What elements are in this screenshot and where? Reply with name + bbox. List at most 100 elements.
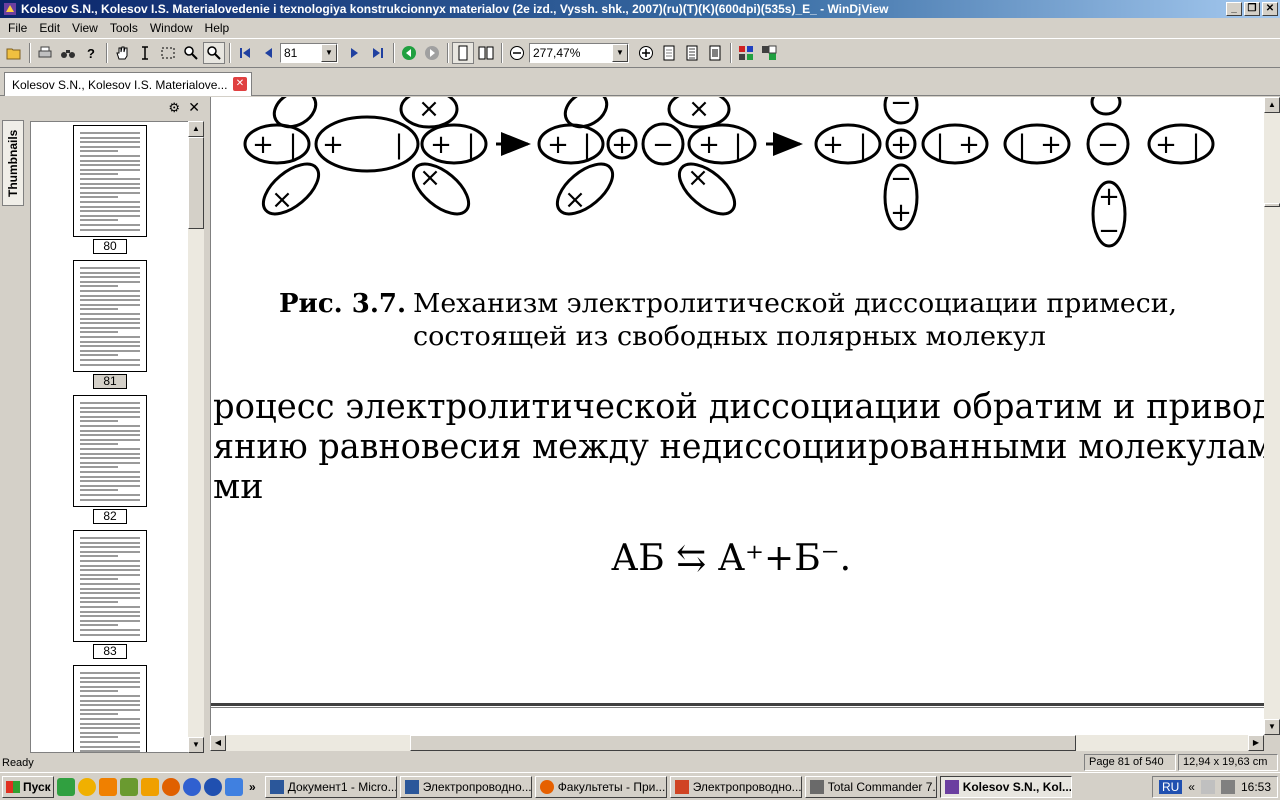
- forward-button[interactable]: [421, 42, 443, 64]
- hand-tool-button[interactable]: [111, 42, 133, 64]
- select-text-button[interactable]: [134, 42, 156, 64]
- charge-symbol: |: [1018, 130, 1027, 160]
- quicklaunch-app-icon[interactable]: [120, 777, 138, 796]
- first-page-button[interactable]: [234, 42, 256, 64]
- quicklaunch-app-icon[interactable]: [99, 777, 117, 796]
- chevron-down-icon[interactable]: ▼: [612, 44, 628, 62]
- menu-file[interactable]: File: [2, 21, 33, 35]
- thumbnail-text-line: [80, 615, 140, 618]
- scroll-thumb[interactable]: [188, 137, 204, 229]
- zoom-box[interactable]: 277,47% ▼: [529, 43, 629, 63]
- print-button[interactable]: [34, 42, 56, 64]
- select-area-button[interactable]: [157, 42, 179, 64]
- scroll-up-icon[interactable]: ▲: [188, 121, 204, 137]
- actual-size-button[interactable]: [704, 42, 726, 64]
- quicklaunch-app-icon[interactable]: [57, 777, 75, 796]
- thumbnail-page-83[interactable]: [73, 530, 147, 642]
- thumbnail-text-line: [80, 345, 140, 348]
- thumbnail-page-82[interactable]: [73, 395, 147, 507]
- thumbnail-text-line: [80, 736, 118, 739]
- thumbnail-page-81[interactable]: [73, 260, 147, 372]
- zoom-in-button[interactable]: [635, 42, 657, 64]
- last-page-button[interactable]: [367, 42, 389, 64]
- close-icon[interactable]: ✕: [188, 99, 200, 116]
- find-button[interactable]: [57, 42, 79, 64]
- taskbar-button[interactable]: Факультеты - При...: [534, 775, 667, 798]
- prev-page-button[interactable]: [257, 42, 279, 64]
- thumbnail-text-line: [80, 438, 140, 441]
- svg-text:?: ?: [87, 46, 95, 60]
- taskbar-button[interactable]: Электропроводно...: [669, 775, 802, 798]
- vertical-scrollbar[interactable]: ▲ ▼: [1264, 97, 1280, 735]
- quicklaunch-app-icon[interactable]: [141, 777, 159, 796]
- menu-edit[interactable]: Edit: [33, 21, 66, 35]
- firefox-icon[interactable]: [162, 777, 180, 796]
- scroll-thumb[interactable]: [1264, 203, 1280, 207]
- scroll-left-icon[interactable]: ◀: [210, 735, 226, 751]
- chevron-down-icon[interactable]: ▼: [321, 44, 337, 62]
- start-button[interactable]: Пуск: [2, 775, 54, 798]
- horizontal-scrollbar[interactable]: ◀ ▶: [210, 735, 1264, 751]
- language-indicator[interactable]: RU: [1158, 780, 1183, 794]
- help-button[interactable]: ?: [80, 42, 102, 64]
- gear-icon[interactable]: ⚙: [168, 100, 180, 116]
- thumbnail-text-line: [80, 573, 140, 576]
- menu-window[interactable]: Window: [144, 21, 199, 35]
- thumbnail-label: 82: [93, 509, 127, 524]
- close-button[interactable]: ✕: [1262, 2, 1278, 16]
- clock[interactable]: 16:53: [1241, 780, 1271, 794]
- next-page-button[interactable]: [344, 42, 366, 64]
- menu-help[interactable]: Help: [199, 21, 236, 35]
- zoom-rect-button[interactable]: [203, 42, 225, 64]
- thumbnail-text-line: [80, 191, 140, 194]
- zoom-out-button[interactable]: [506, 42, 528, 64]
- thumbnail-page-84[interactable]: [73, 665, 147, 752]
- thumbnails-side-tab[interactable]: Thumbnails: [2, 120, 24, 206]
- taskbar-button-label: Электропроводно...: [422, 779, 532, 794]
- single-page-button[interactable]: [452, 42, 474, 64]
- taskbar-button[interactable]: Документ1 - Micro...: [264, 775, 397, 798]
- taskbar-button[interactable]: Электропроводно...: [399, 775, 532, 798]
- thumbnail-scrollbar[interactable]: ▲ ▼: [188, 121, 204, 753]
- network-icon[interactable]: [1200, 780, 1215, 794]
- minimize-button[interactable]: _: [1226, 2, 1242, 16]
- scroll-down-icon[interactable]: ▼: [188, 737, 204, 753]
- fit-width-button[interactable]: [681, 42, 703, 64]
- scroll-down-icon[interactable]: ▼: [1264, 719, 1280, 735]
- scroll-up-icon[interactable]: ▲: [1264, 97, 1280, 113]
- scroll-right-icon[interactable]: ▶: [1248, 735, 1264, 751]
- thumbnail-text-line: [80, 303, 140, 306]
- close-tab-icon[interactable]: ✕: [233, 77, 247, 91]
- quicklaunch-app-icon[interactable]: [225, 777, 243, 796]
- thumbnail-page-80[interactable]: [73, 125, 147, 237]
- quicklaunch-app-icon[interactable]: [78, 777, 96, 796]
- facing-pages-button[interactable]: [475, 42, 497, 64]
- taskbar-button[interactable]: Kolesov S.N., Kol...: [939, 775, 1072, 798]
- display-color-button[interactable]: [735, 42, 757, 64]
- page-content: + | + | + | × × × + | + − + | × × × + | …: [211, 97, 1264, 708]
- back-button[interactable]: [398, 42, 420, 64]
- fit-page-button[interactable]: [658, 42, 680, 64]
- quicklaunch-more-icon[interactable]: »: [249, 780, 256, 794]
- facing-pages-icon: [478, 46, 494, 60]
- menu-tools[interactable]: Tools: [104, 21, 144, 35]
- zoom-tool-button[interactable]: [180, 42, 202, 64]
- scroll-thumb[interactable]: [410, 735, 1076, 751]
- menu-view[interactable]: View: [66, 21, 104, 35]
- browser-icon[interactable]: [183, 777, 201, 796]
- restore-button[interactable]: ❐: [1244, 2, 1260, 16]
- page-number-box[interactable]: 81 ▼: [280, 43, 338, 63]
- display-layers-button[interactable]: [758, 42, 780, 64]
- toolbar-separator: [501, 43, 503, 63]
- taskbar-button[interactable]: Total Commander 7...: [804, 775, 937, 798]
- toolbar-separator: [106, 43, 108, 63]
- thumbnail-text-line: [80, 619, 140, 622]
- open-button[interactable]: [3, 42, 25, 64]
- toolbar-separator: [229, 43, 231, 63]
- status-page-size: 12,94 x 19,63 cm: [1178, 754, 1278, 771]
- media-player-icon[interactable]: [204, 777, 222, 796]
- tray-expand-icon[interactable]: «: [1188, 780, 1195, 794]
- document-viewer[interactable]: + | + | + | × × × + | + − + | × × × + | …: [210, 97, 1264, 735]
- document-tab[interactable]: Kolesov S.N., Kolesov I.S. Materialove..…: [4, 72, 252, 96]
- volume-icon[interactable]: [1220, 780, 1235, 794]
